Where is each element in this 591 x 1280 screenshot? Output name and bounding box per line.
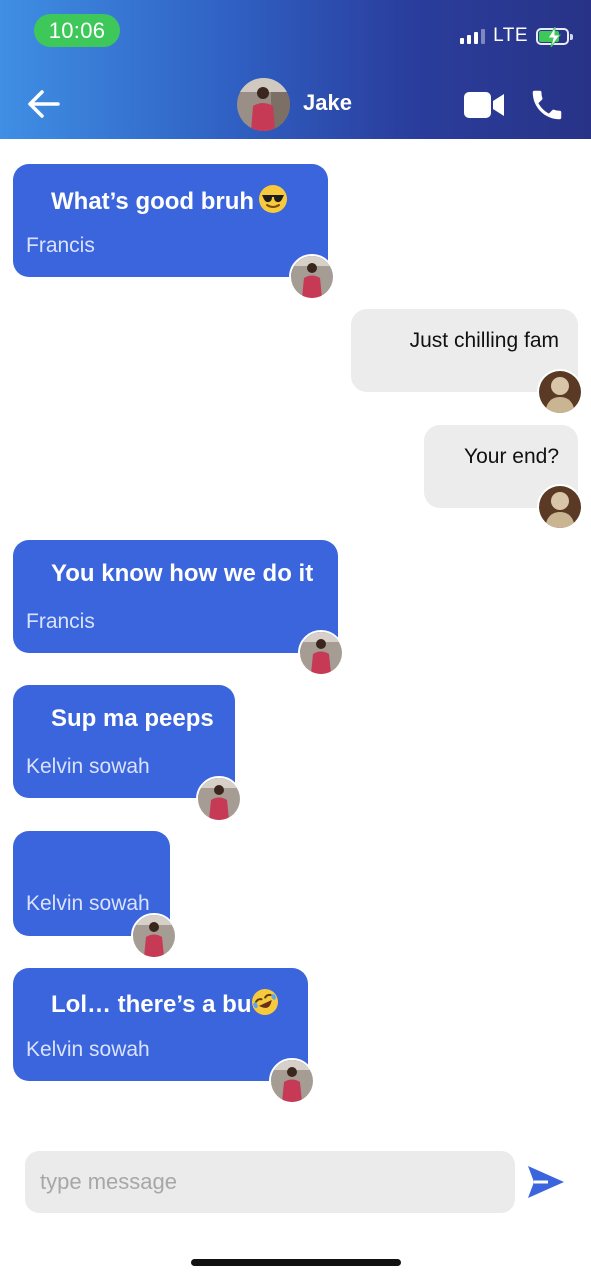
message-text: You know how we do it [51,560,314,587]
voice-call-button[interactable] [528,86,566,124]
home-indicator[interactable] [191,1259,401,1266]
contact-avatar[interactable] [237,78,290,131]
message-text: Your end? [464,445,559,468]
message-text: What’s good bruh [51,184,288,221]
sender-name: Francis [26,610,95,633]
sender-avatar [289,254,335,300]
send-button[interactable] [526,1164,566,1200]
message-text: Lol… there’s a bu [51,988,279,1023]
my-avatar [537,369,583,415]
rofl-emoji-icon [251,988,279,1023]
video-camera-icon [464,92,504,118]
sunglasses-emoji-icon [258,184,288,221]
message-text: Just chilling fam [409,329,559,352]
message-bubble-incoming[interactable]: You know how we do it Francis [13,540,338,653]
chat-screen: 10:06 LTE Jake What’s good bruh Francis … [0,0,591,1280]
status-time: 10:06 [34,14,120,47]
back-button[interactable] [24,86,64,122]
message-bubble-incoming[interactable]: What’s good bruh Francis [13,164,328,277]
status-indicators: LTE [460,22,573,50]
send-icon [528,1166,564,1198]
sender-avatar [269,1058,315,1104]
sender-avatar [131,913,177,959]
sender-avatar [298,630,344,676]
arrow-left-icon [28,90,60,118]
chat-header: 10:06 LTE Jake [0,0,591,139]
message-bubble-incoming[interactable]: Sup ma peeps Kelvin sowah [13,685,235,798]
sender-name: Kelvin sowah [26,892,150,915]
video-call-button[interactable] [463,90,505,120]
signal-icon [460,28,486,44]
message-bubble-incoming[interactable]: Lol… there’s a bu Kelvin sowah [13,968,308,1081]
message-text: Sup ma peeps [51,705,214,732]
message-composer [25,1151,515,1213]
message-input[interactable] [25,1151,515,1213]
battery-icon [536,26,573,47]
contact-name: Jake [303,90,352,115]
sender-avatar [196,776,242,822]
sender-name: Kelvin sowah [26,755,150,778]
phone-icon [532,90,562,120]
sender-name: Kelvin sowah [26,1038,150,1061]
sender-name: Francis [26,234,95,257]
my-avatar [537,484,583,530]
network-label: LTE [493,25,528,46]
